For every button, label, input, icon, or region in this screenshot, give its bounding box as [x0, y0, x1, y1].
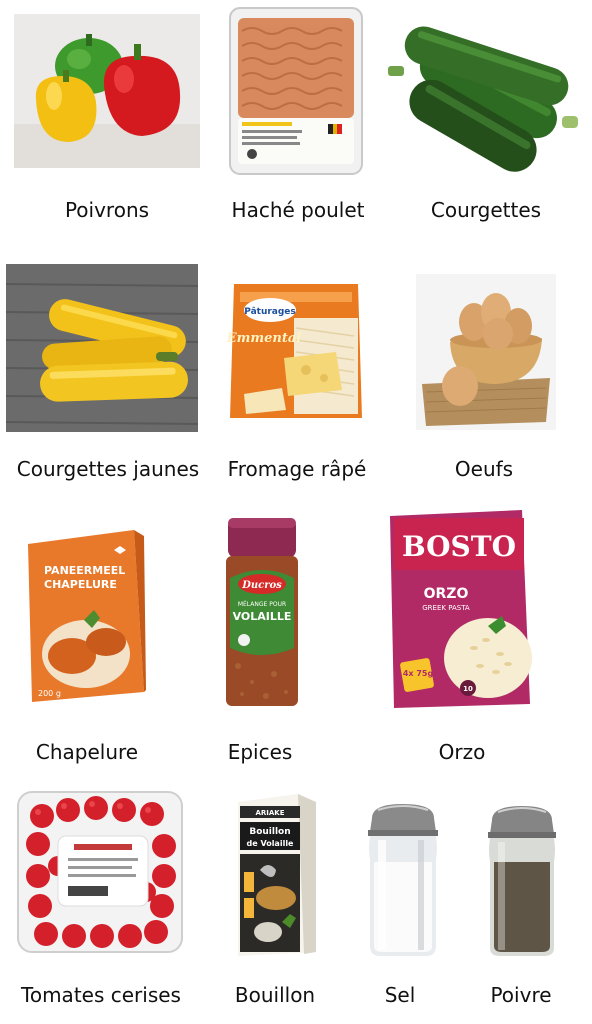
orzo-brand: BOSTO	[402, 530, 516, 563]
poivre-label: Poivre	[490, 983, 552, 1007]
orzo-product: ORZO	[424, 586, 469, 602]
epices-brand: Ducros	[241, 580, 282, 591]
bouillon-label: Bouillon	[234, 983, 316, 1007]
poivrons-label: Poivrons	[64, 198, 150, 222]
hache-poulet-label: Haché poulet	[231, 198, 365, 222]
bouillon-image: ARIAKE Bouillon de Volaille	[232, 792, 320, 958]
courgettes-jaunes-label: Courgettes jaunes	[16, 457, 200, 481]
oeufs-image	[416, 274, 556, 430]
chapelure-line1: PANEERMEEL	[44, 564, 125, 577]
orzo-sub: GREEK PASTA	[422, 604, 470, 612]
epices-image: Ducros MÉLANGE POUR VOLAILLE	[222, 516, 302, 708]
epices-line1: MÉLANGE POUR	[238, 600, 286, 608]
sel-label: Sel	[384, 983, 416, 1007]
hache-poulet-image	[228, 6, 364, 176]
poivre-image	[484, 802, 560, 960]
courgettes-jaunes-image	[6, 264, 198, 432]
oeufs-label: Oeufs	[454, 457, 514, 481]
orzo-label: Orzo	[438, 740, 486, 764]
epices-label: Epices	[227, 740, 293, 764]
epices-line2: VOLAILLE	[233, 610, 292, 623]
bouillon-brand: ARIAKE	[255, 809, 284, 817]
chapelure-label: Chapelure	[35, 740, 139, 764]
orzo-portions: 4x 75g	[403, 669, 434, 678]
fromage-brand: Pâturages	[244, 307, 296, 317]
fromage-product: Emmental	[226, 331, 302, 346]
fromage-rape-image: Pâturages Emmental	[224, 278, 368, 424]
bouillon-line2: de Volaille	[247, 839, 295, 848]
fromage-rape-label: Fromage râpé	[227, 457, 367, 481]
courgettes-image	[384, 4, 584, 176]
courgettes-label: Courgettes	[430, 198, 542, 222]
bouillon-line1: Bouillon	[249, 827, 290, 837]
tomates-cerises-label: Tomates cerises	[21, 983, 181, 1007]
orzo-minutes: 10	[463, 685, 473, 693]
chapelure-line2: CHAPELURE	[44, 578, 117, 591]
orzo-image: BOSTO ORZO GREEK PASTA 4x 75g 10	[388, 508, 532, 710]
sel-image	[364, 800, 442, 960]
tomates-cerises-image	[14, 786, 186, 956]
chapelure-weight: 200 g	[38, 689, 61, 698]
poivrons-image	[14, 14, 200, 168]
chapelure-image: PANEERMEEL CHAPELURE 200 g	[24, 524, 148, 706]
